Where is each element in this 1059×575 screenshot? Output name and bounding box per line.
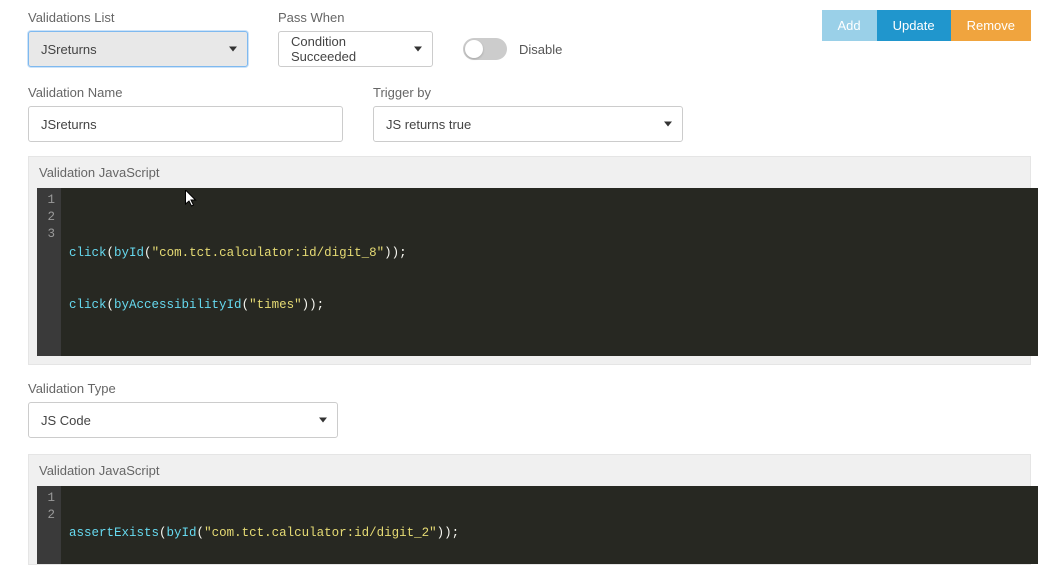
validation-javascript-header-1: Validation JavaScript (29, 157, 1030, 188)
disable-label: Disable (519, 42, 562, 57)
action-buttons: Add Update Remove (822, 10, 1031, 41)
remove-button[interactable]: Remove (951, 10, 1031, 41)
update-button[interactable]: Update (877, 10, 951, 41)
chevron-down-icon (319, 418, 327, 423)
line-number: 3 (45, 226, 55, 243)
disable-group: Disable (463, 10, 562, 67)
validation-javascript-header-2: Validation JavaScript (29, 455, 1030, 486)
validations-list-value: JSreturns (41, 42, 97, 57)
validation-name-group: Validation Name (28, 85, 343, 142)
validation-type-label: Validation Type (28, 381, 1031, 396)
chevron-down-icon (664, 122, 672, 127)
pass-when-select[interactable]: Condition Succeeded (278, 31, 433, 67)
code-editor-1[interactable]: 1 2 3 click(byId("com.tct.calculator:id/… (37, 188, 1038, 356)
trigger-by-select[interactable]: JS returns true (373, 106, 683, 142)
validations-list-group: Validations List JSreturns (28, 10, 248, 67)
chevron-down-icon (229, 47, 237, 52)
validation-type-group: Validation Type JS Code (28, 381, 1031, 438)
disable-spacer (463, 10, 562, 25)
line-number: 1 (45, 490, 55, 507)
add-button[interactable]: Add (822, 10, 877, 41)
pass-when-label: Pass When (278, 10, 433, 25)
validation-type-value: JS Code (41, 413, 91, 428)
code-editor-2[interactable]: 1 2 assertExists(byId("com.tct.calculato… (37, 486, 1038, 564)
validation-type-select[interactable]: JS Code (28, 402, 338, 438)
validation-javascript-section-1: Validation JavaScript 1 2 3 click(byId("… (28, 156, 1031, 365)
code-gutter-2: 1 2 (37, 486, 61, 564)
pass-when-value: Condition Succeeded (291, 34, 404, 64)
line-number: 2 (45, 507, 55, 524)
pass-when-group: Pass When Condition Succeeded (278, 10, 433, 67)
validation-javascript-section-2: Validation JavaScript 1 2 assertExists(b… (28, 454, 1031, 565)
toggle-knob (465, 40, 483, 58)
disable-toggle[interactable] (463, 38, 507, 60)
trigger-by-label: Trigger by (373, 85, 683, 100)
code-area-2[interactable]: assertExists(byId("com.tct.calculator:id… (61, 486, 1038, 564)
validation-name-input[interactable] (28, 106, 343, 142)
code-area-1[interactable]: click(byId("com.tct.calculator:id/digit_… (61, 188, 1038, 356)
trigger-by-value: JS returns true (386, 117, 471, 132)
code-gutter-1: 1 2 3 (37, 188, 61, 356)
validation-name-label: Validation Name (28, 85, 343, 100)
mouse-cursor-icon (185, 190, 198, 208)
chevron-down-icon (414, 47, 422, 52)
line-number: 2 (45, 209, 55, 226)
trigger-by-group: Trigger by JS returns true (373, 85, 683, 142)
line-number: 1 (45, 192, 55, 209)
validations-list-label: Validations List (28, 10, 248, 25)
validations-list-select[interactable]: JSreturns (28, 31, 248, 67)
